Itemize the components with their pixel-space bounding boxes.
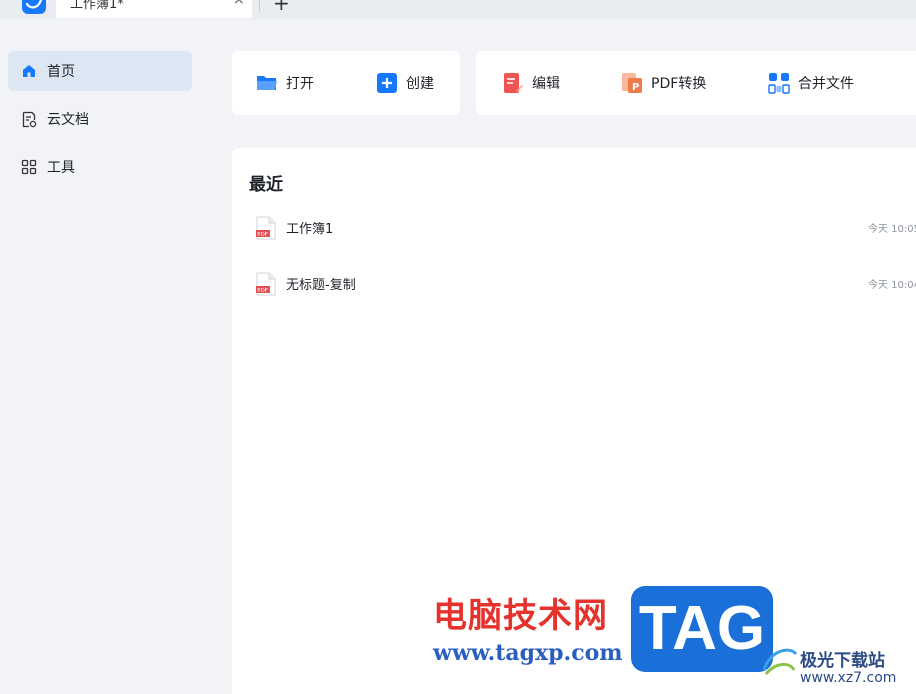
quick-actions-tools-card: 编辑 P PDF转换 合并文件 [476, 51, 916, 115]
cloud-doc-icon [19, 109, 39, 129]
home-icon [19, 61, 39, 81]
folder-open-icon [256, 72, 278, 94]
quick-actions-file-card: 打开 创建 [232, 51, 460, 115]
create-button[interactable]: 创建 [376, 51, 434, 115]
tab-title: 工作簿1* [70, 0, 124, 12]
tab-divider [259, 0, 260, 12]
edit-button[interactable]: 编辑 [502, 51, 560, 115]
sidebar-item-label: 首页 [47, 64, 75, 80]
merge-files-label: 合并文件 [798, 76, 854, 92]
watermark-swirl-icon [760, 640, 800, 684]
app-logo-icon[interactable] [22, 0, 46, 14]
watermark-site-en: www.xz7.com [800, 670, 897, 686]
new-tab-icon[interactable]: + [273, 0, 290, 15]
pdf-file-icon: PDF [256, 272, 276, 296]
watermark-tag-logo: TAG [631, 586, 773, 672]
tab-bar: 工作簿1* × + [0, 0, 916, 19]
svg-text:P: P [632, 82, 639, 93]
recent-file-row[interactable]: PDF 无标题-复制 今天 10:04 [232, 264, 916, 308]
file-name: 工作簿1 [286, 222, 334, 237]
sidebar-item-cloud-docs[interactable]: 云文档 [8, 99, 192, 139]
svg-text:PDF: PDF [257, 232, 268, 238]
create-label: 创建 [406, 76, 434, 92]
sidebar-item-tools[interactable]: 工具 [8, 147, 192, 187]
watermark-url: www.tagxp.com [433, 640, 623, 666]
pdf-convert-label: PDF转换 [651, 76, 707, 92]
edit-doc-icon [502, 72, 524, 94]
merge-files-button[interactable]: 合并文件 [768, 51, 854, 115]
sidebar-item-label: 工具 [47, 160, 75, 176]
tools-grid-icon [19, 157, 39, 177]
watermark-site-name: 电脑技术网 [433, 596, 608, 636]
file-time: 今天 10:05 [868, 224, 916, 235]
svg-text:PDF: PDF [257, 288, 268, 294]
merge-files-icon [768, 72, 790, 94]
pdf-convert-button[interactable]: P PDF转换 [621, 51, 706, 115]
tab-active-document[interactable]: 工作簿1* × [56, 0, 252, 18]
watermark-site-cn: 极光下载站 [800, 651, 885, 671]
open-label: 打开 [286, 76, 314, 92]
sidebar: 首页 云文档 工具 [0, 19, 200, 694]
file-time: 今天 10:04 [868, 280, 916, 291]
plus-square-icon [376, 72, 398, 94]
recent-file-row[interactable]: PDF 工作簿1 今天 10:05 [232, 208, 916, 252]
file-name: 无标题-复制 [286, 278, 356, 293]
pdf-file-icon: PDF [256, 216, 276, 240]
open-button[interactable]: 打开 [256, 51, 314, 115]
sidebar-item-home[interactable]: 首页 [8, 51, 192, 91]
tab-close-icon[interactable]: × [233, 0, 245, 8]
edit-label: 编辑 [532, 76, 560, 92]
recent-title: 最近 [249, 175, 283, 195]
pdf-convert-icon: P [621, 72, 643, 94]
sidebar-item-label: 云文档 [47, 112, 89, 128]
